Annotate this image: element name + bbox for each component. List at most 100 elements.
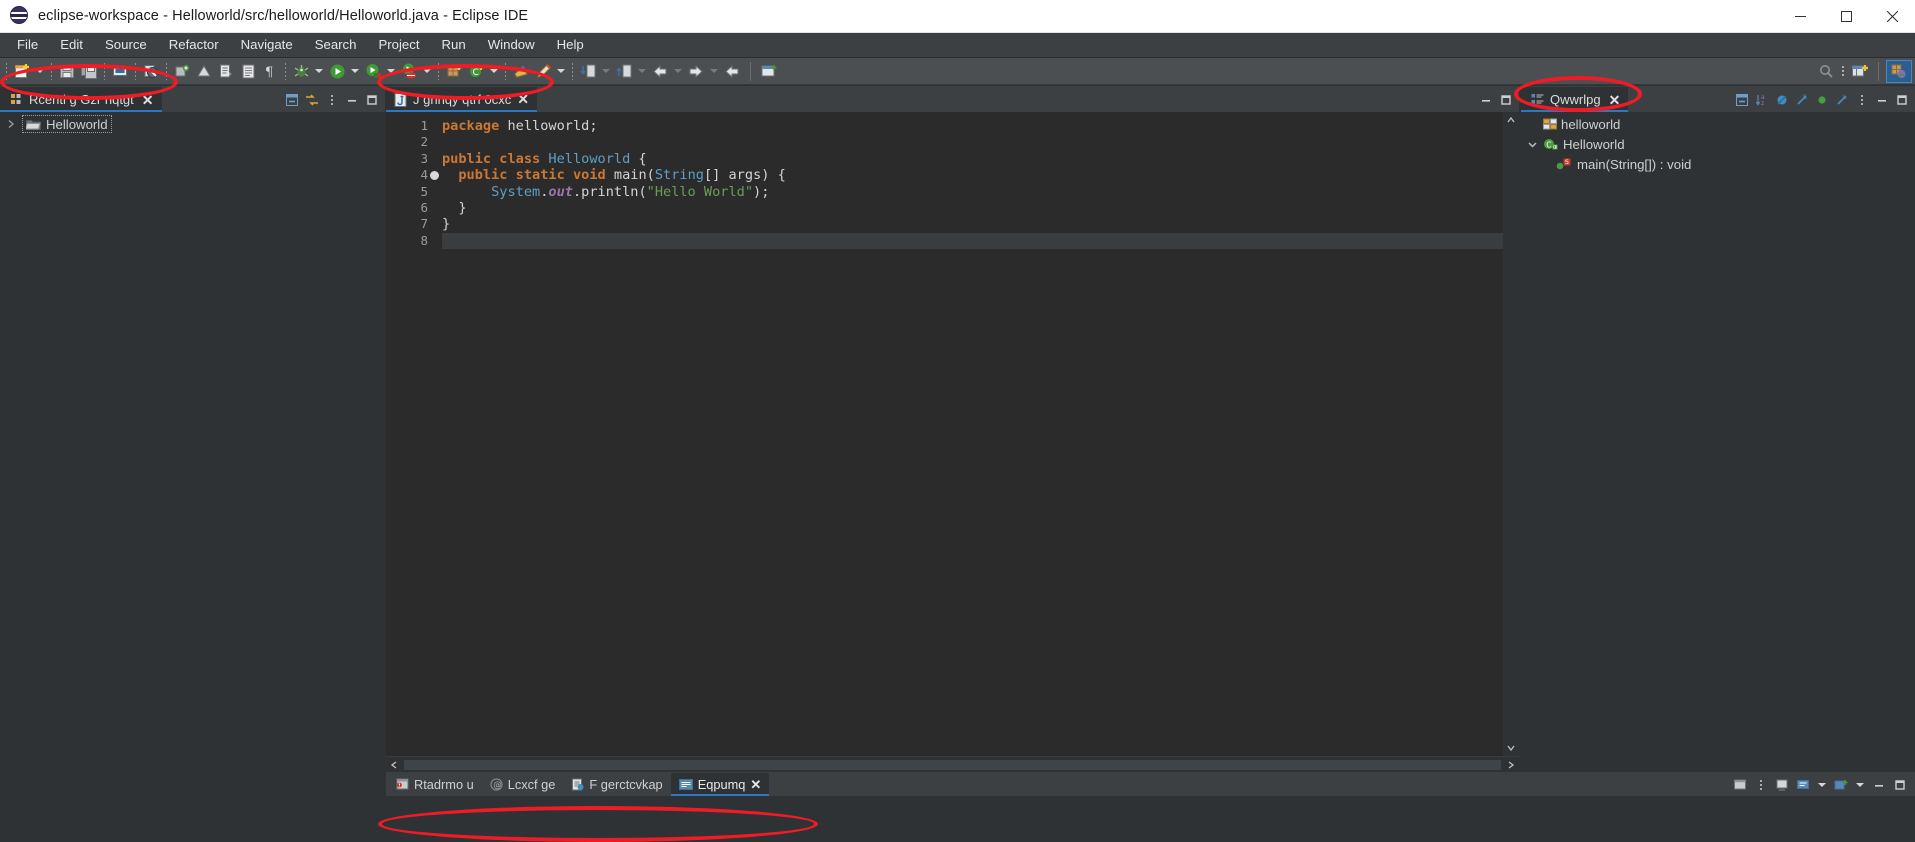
- quick-access-pencil-icon[interactable]: [532, 60, 554, 82]
- tab-problems[interactable]: Rtadrmo u: [388, 773, 482, 796]
- menu-source[interactable]: Source: [94, 33, 158, 57]
- console-output[interactable]: [386, 796, 1915, 834]
- open-perspective-icon[interactable]: [510, 60, 532, 82]
- code-editor[interactable]: 1 2 3 4 5 6 7 8 package helloworld; publ…: [386, 112, 1519, 756]
- outline-tree[interactable]: helloworld C Helloworld: [1521, 112, 1915, 772]
- save-icon[interactable]: [56, 60, 78, 82]
- run-coverage-icon[interactable]: [362, 60, 384, 82]
- search-icon[interactable]: [1815, 60, 1837, 82]
- hide-nonpublic-icon[interactable]: [1813, 91, 1831, 109]
- minimize-view-icon[interactable]: [343, 91, 361, 109]
- console-pin-icon[interactable]: [1773, 776, 1791, 794]
- tree-item-focus[interactable]: Helloworld: [22, 115, 112, 133]
- scroll-right-icon[interactable]: [1503, 760, 1519, 770]
- editor-horizontal-scrollbar[interactable]: [386, 756, 1519, 772]
- save-all-icon[interactable]: [78, 60, 100, 82]
- tab-javadoc[interactable]: @ Lcxcf ge: [482, 773, 564, 796]
- hide-static-icon[interactable]: S: [1793, 91, 1811, 109]
- next-annotation-icon[interactable]: [577, 60, 599, 82]
- close-button[interactable]: [1869, 0, 1915, 33]
- back-arrow-icon[interactable]: [721, 60, 743, 82]
- maximize-editor-icon[interactable]: [1497, 91, 1515, 109]
- scroll-down-icon[interactable]: [1503, 740, 1519, 756]
- previous-annotation-icon[interactable]: [613, 60, 635, 82]
- close-icon[interactable]: ✕: [517, 91, 529, 108]
- outline-row-package[interactable]: helloworld: [1521, 114, 1915, 134]
- menu-help[interactable]: Help: [546, 33, 595, 57]
- menu-search[interactable]: Search: [304, 33, 368, 57]
- console-scroll-lock-icon[interactable]: [1752, 776, 1770, 794]
- package-explorer-tree[interactable]: Helloworld: [0, 112, 385, 834]
- new-java-project-icon[interactable]: [171, 60, 193, 82]
- tab-outline[interactable]: Qwwrlpg ✕: [1521, 87, 1628, 112]
- chevron-down-icon[interactable]: [1525, 137, 1539, 151]
- forward-dropdown[interactable]: [707, 60, 721, 82]
- menu-run[interactable]: Run: [431, 33, 477, 57]
- close-icon[interactable]: ✕: [142, 94, 154, 106]
- run-external-tools-icon[interactable]: [398, 60, 420, 82]
- maximize-view-icon[interactable]: [363, 91, 381, 109]
- menu-window[interactable]: Window: [477, 33, 546, 57]
- maximize-view-icon[interactable]: [1893, 91, 1911, 109]
- view-menu-icon[interactable]: [1853, 91, 1871, 109]
- hide-fields-icon[interactable]: [1773, 91, 1791, 109]
- new-class-dropdown[interactable]: [487, 60, 501, 82]
- minimize-view-icon[interactable]: [1870, 776, 1888, 794]
- maximize-button[interactable]: [1823, 0, 1869, 33]
- sort-icon[interactable]: a z: [1753, 91, 1771, 109]
- collapse-all-icon[interactable]: [283, 91, 301, 109]
- collapse-all-icon[interactable]: [1733, 91, 1751, 109]
- hide-local-types-icon[interactable]: L: [1833, 91, 1851, 109]
- chevron-right-icon[interactable]: [4, 117, 18, 131]
- tab-editor-helloworld-java[interactable]: J gnnqy qtrf 0cxc ✕: [386, 87, 537, 112]
- no-entry-icon[interactable]: [140, 60, 162, 82]
- console-display-dropdown[interactable]: [1815, 774, 1829, 796]
- menu-edit[interactable]: Edit: [49, 33, 94, 57]
- scroll-left-icon[interactable]: [386, 760, 402, 770]
- open-type-icon[interactable]: [215, 60, 237, 82]
- close-icon[interactable]: ✕: [750, 777, 761, 793]
- menu-file[interactable]: File: [6, 33, 49, 57]
- toolbar-overflow-icon[interactable]: [1837, 66, 1849, 76]
- new-package-icon[interactable]: [193, 60, 215, 82]
- pencil-dropdown[interactable]: [554, 60, 568, 82]
- link-with-editor-icon[interactable]: [303, 91, 321, 109]
- scrollbar-thumb[interactable]: [404, 760, 1501, 770]
- menu-project[interactable]: Project: [367, 33, 430, 57]
- java-perspective-icon[interactable]: [1886, 60, 1912, 83]
- scroll-up-icon[interactable]: [1503, 112, 1519, 128]
- view-menu-icon[interactable]: [323, 91, 341, 109]
- new-java-class-icon[interactable]: [443, 60, 465, 82]
- new-wizard-icon[interactable]: [11, 60, 33, 82]
- console-open-dropdown[interactable]: [1853, 774, 1867, 796]
- previous-annotation-dropdown[interactable]: [635, 60, 649, 82]
- code-text[interactable]: package helloworld; public class Hellowo…: [442, 112, 1519, 756]
- editor-vertical-scrollbar[interactable]: [1503, 112, 1519, 756]
- console-open-icon[interactable]: [1832, 776, 1850, 794]
- debug-icon[interactable]: [290, 60, 312, 82]
- tab-package-explorer[interactable]: Rcenti g Gzr nqtgt ✕: [0, 87, 162, 112]
- tab-declaration[interactable]: F gerctcvkap: [563, 773, 670, 796]
- open-perspective-icon[interactable]: [1849, 60, 1871, 82]
- console-clear-icon[interactable]: [1731, 776, 1749, 794]
- close-icon[interactable]: ✕: [1609, 94, 1621, 106]
- external-tools-dropdown[interactable]: [420, 60, 434, 82]
- open-task-icon[interactable]: [237, 60, 259, 82]
- console-display-icon[interactable]: [1794, 776, 1812, 794]
- minimize-view-icon[interactable]: [1873, 91, 1891, 109]
- run-icon[interactable]: [326, 60, 348, 82]
- print-icon[interactable]: [109, 60, 131, 82]
- coverage-dropdown[interactable]: [384, 60, 398, 82]
- minimize-editor-icon[interactable]: [1477, 91, 1495, 109]
- run-dropdown[interactable]: [348, 60, 362, 82]
- back-arrow-icon[interactable]: [649, 60, 671, 82]
- back-dropdown[interactable]: [671, 60, 685, 82]
- new-window-icon[interactable]: [758, 60, 780, 82]
- menu-refactor[interactable]: Refactor: [158, 33, 230, 57]
- new-class-icon[interactable]: C: [465, 60, 487, 82]
- maximize-view-icon[interactable]: [1891, 776, 1909, 794]
- next-annotation-dropdown[interactable]: [599, 60, 613, 82]
- tab-console[interactable]: Eqpumq ✕: [671, 773, 770, 796]
- menu-navigate[interactable]: Navigate: [230, 33, 304, 57]
- debug-dropdown[interactable]: [312, 60, 326, 82]
